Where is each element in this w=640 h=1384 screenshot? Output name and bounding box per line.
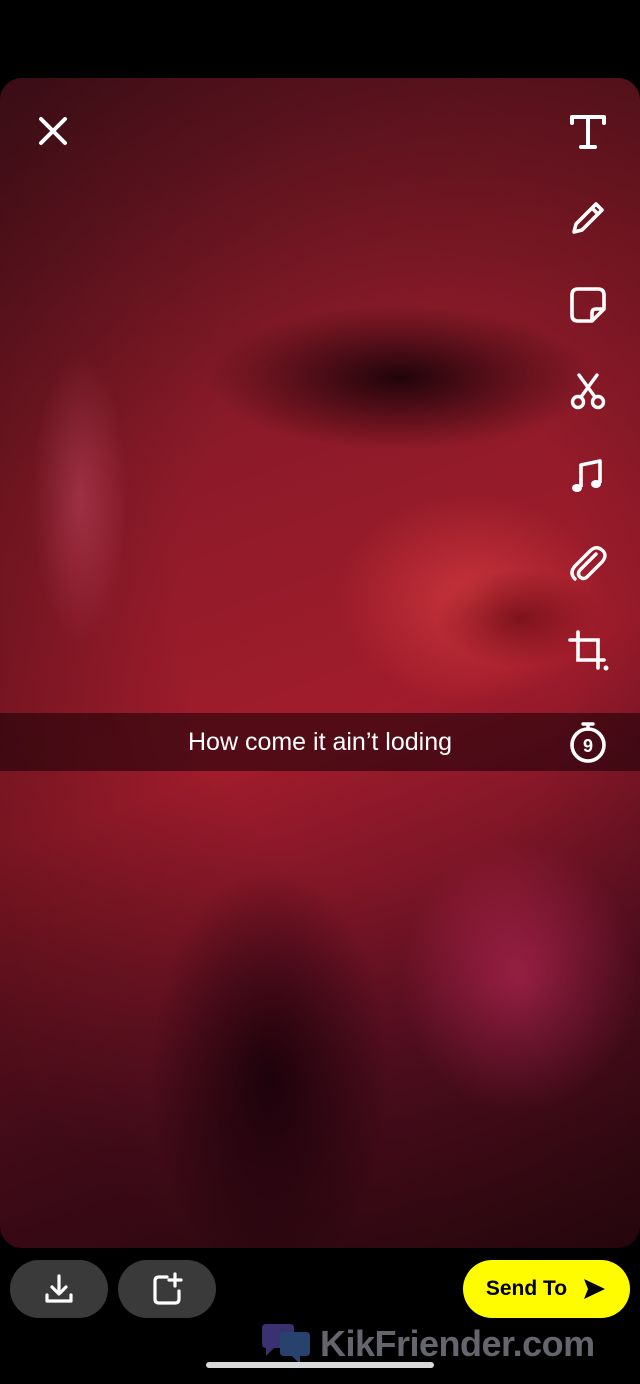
add-to-story-button[interactable] bbox=[118, 1260, 216, 1318]
chat-bubbles-icon bbox=[262, 1324, 310, 1364]
send-arrow-icon bbox=[584, 1279, 606, 1299]
watermark-text: KikFriender.com bbox=[320, 1323, 595, 1364]
send-to-label: Send To bbox=[485, 1277, 568, 1300]
timer-tool-button[interactable]: 9 bbox=[560, 714, 616, 770]
photo-vignette bbox=[0, 78, 640, 1248]
text-icon bbox=[570, 115, 606, 149]
snap-photo bbox=[0, 78, 640, 1248]
attachment-tool-button[interactable] bbox=[560, 536, 616, 592]
download-icon bbox=[45, 1274, 73, 1303]
home-indicator[interactable] bbox=[206, 1362, 434, 1368]
paperclip-icon bbox=[570, 546, 607, 581]
add-story-icon bbox=[153, 1272, 183, 1305]
music-tool-button[interactable] bbox=[560, 449, 616, 505]
crop-icon bbox=[568, 630, 609, 671]
caption-text: How come it ain’t loding bbox=[187, 727, 452, 756]
draw-tool-button[interactable] bbox=[560, 190, 616, 246]
pencil-icon bbox=[572, 202, 604, 234]
save-button[interactable] bbox=[10, 1260, 108, 1318]
text-tool-button[interactable] bbox=[560, 103, 616, 159]
timer-icon: 9 bbox=[570, 722, 606, 763]
scissors-icon bbox=[570, 373, 606, 410]
timer-value: 9 bbox=[583, 736, 593, 756]
scissors-tool-button[interactable] bbox=[560, 363, 616, 419]
watermark: KikFriender.com bbox=[256, 1322, 595, 1366]
sticker-tool-button[interactable] bbox=[560, 277, 616, 333]
caption-bar[interactable]: How come it ain’t loding bbox=[0, 713, 640, 771]
close-button[interactable] bbox=[30, 108, 76, 154]
close-icon bbox=[39, 117, 67, 145]
sticker-icon bbox=[570, 287, 606, 323]
music-icon bbox=[572, 459, 602, 492]
send-to-button[interactable]: Send To bbox=[463, 1260, 630, 1318]
crop-tool-button[interactable] bbox=[560, 622, 616, 678]
